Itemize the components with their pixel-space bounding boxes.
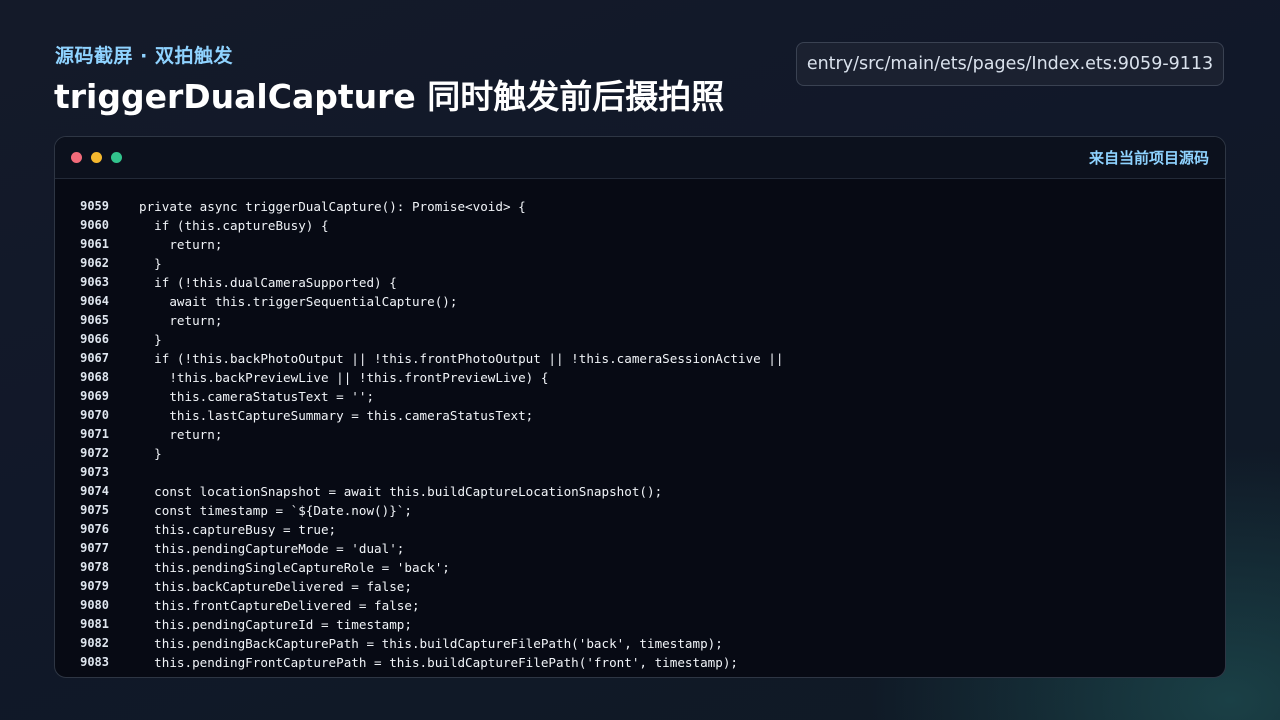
line-source: this.cameraStatusText = ''; [139, 389, 375, 404]
code-line: 9063 if (!this.dualCameraSupported) { [55, 273, 1225, 292]
close-dot-icon [71, 152, 82, 163]
slide-title: triggerDualCapture 同时触发前后摄拍照 [54, 77, 725, 116]
line-source: this.lastCaptureSummary = this.cameraSta… [139, 408, 534, 423]
line-source: this.backCaptureDelivered = false; [139, 579, 412, 594]
line-source: return; [139, 427, 223, 442]
code-line: 9060 if (this.captureBusy) { [55, 216, 1225, 235]
line-source: this.pendingSingleCaptureRole = 'back'; [139, 560, 450, 575]
code-line: 9074 const locationSnapshot = await this… [55, 482, 1225, 501]
line-number: 9073 [80, 465, 109, 479]
line-number: 9069 [80, 389, 109, 403]
line-source: } [139, 256, 162, 271]
line-number: 9063 [80, 275, 109, 289]
window-source-label: 来自当前项目源码 [1088, 149, 1209, 167]
line-number: 9075 [80, 503, 109, 517]
code-line: 9071 return; [55, 425, 1225, 444]
code-line: 9083 this.pendingFrontCapturePath = this… [55, 653, 1225, 672]
line-number: 9070 [80, 408, 109, 422]
line-number: 9080 [80, 598, 109, 612]
code-line: 9066 } [55, 330, 1225, 349]
code-line: 9077 this.pendingCaptureMode = 'dual'; [55, 539, 1225, 558]
code-line: 9080 this.frontCaptureDelivered = false; [55, 596, 1225, 615]
line-source: this.pendingCaptureId = timestamp; [139, 617, 412, 632]
code-line: 9068 !this.backPreviewLive || !this.fron… [55, 368, 1225, 387]
code-line: 9070 this.lastCaptureSummary = this.came… [55, 406, 1225, 425]
line-source: const locationSnapshot = await this.buil… [139, 484, 663, 499]
line-number: 9060 [80, 218, 109, 232]
maximize-dot-icon [111, 152, 122, 163]
line-source: this.pendingFrontCapturePath = this.buil… [139, 655, 738, 670]
code-line: 9073 [55, 463, 1225, 482]
line-source [109, 463, 139, 482]
line-source: const timestamp = `${Date.now()}`; [139, 503, 412, 518]
code-line: 9067 if (!this.backPhotoOutput || !this.… [55, 349, 1225, 368]
code-window: 来自当前项目源码 9059 private async triggerDualCa… [54, 136, 1226, 678]
line-number: 9065 [80, 313, 109, 327]
code-line: 9072 } [55, 444, 1225, 463]
window-title-bar: 来自当前项目源码 [55, 137, 1225, 179]
line-source: } [139, 332, 162, 347]
code-line: 9081 this.pendingCaptureId = timestamp; [55, 615, 1225, 634]
code-line: 9061 return; [55, 235, 1225, 254]
line-source: if (!this.dualCameraSupported) { [139, 275, 397, 290]
code-line: 9062 } [55, 254, 1225, 273]
line-number: 9066 [80, 332, 109, 346]
line-number: 9072 [80, 446, 109, 460]
line-number: 9076 [80, 522, 109, 536]
line-source: !this.backPreviewLive || !this.frontPrev… [139, 370, 549, 385]
line-number: 9068 [80, 370, 109, 384]
line-number: 9079 [80, 579, 109, 593]
line-number: 9062 [80, 256, 109, 270]
code-line: 9078 this.pendingSingleCaptureRole = 'ba… [55, 558, 1225, 577]
line-number: 9081 [80, 617, 109, 631]
line-number: 9077 [80, 541, 109, 555]
line-source: await this.triggerSequentialCapture(); [139, 294, 458, 309]
code-line: 9064 await this.triggerSequentialCapture… [55, 292, 1225, 311]
code-line: 9075 const timestamp = `${Date.now()}`; [55, 501, 1225, 520]
code-line: 9065 return; [55, 311, 1225, 330]
code-line: 9059 private async triggerDualCapture(): … [55, 197, 1225, 216]
code-line: 9076 this.captureBusy = true; [55, 520, 1225, 539]
line-source: this.captureBusy = true; [139, 522, 337, 537]
line-source: return; [139, 237, 223, 252]
line-number: 9082 [80, 636, 109, 650]
line-number: 9074 [80, 484, 109, 498]
line-source: if (!this.backPhotoOutput || !this.front… [139, 351, 784, 366]
slide-kicker: 源码截屏 · 双拍触发 [55, 45, 233, 67]
minimize-dot-icon [91, 152, 102, 163]
line-source: private async triggerDualCapture(): Prom… [139, 199, 526, 214]
source-path-badge: entry/src/main/ets/pages/Index.ets:9059-… [796, 42, 1224, 86]
line-number: 9067 [80, 351, 109, 365]
line-source: } [139, 446, 162, 461]
line-source: this.pendingBackCapturePath = this.build… [139, 636, 723, 651]
line-number: 9071 [80, 427, 109, 441]
line-source: this.pendingCaptureMode = 'dual'; [139, 541, 405, 556]
line-source: return; [139, 313, 223, 328]
line-source: this.frontCaptureDelivered = false; [139, 598, 420, 613]
line-source: if (this.captureBusy) { [139, 218, 329, 233]
line-number: 9061 [80, 237, 109, 251]
code-body: 9059 private async triggerDualCapture(): … [55, 197, 1225, 672]
line-number: 9059 [80, 199, 109, 213]
line-number: 9083 [80, 655, 109, 669]
line-number: 9064 [80, 294, 109, 308]
code-line: 9082 this.pendingBackCapturePath = this.… [55, 634, 1225, 653]
code-line: 9079 this.backCaptureDelivered = false; [55, 577, 1225, 596]
line-number: 9078 [80, 560, 109, 574]
code-line: 9069 this.cameraStatusText = ''; [55, 387, 1225, 406]
